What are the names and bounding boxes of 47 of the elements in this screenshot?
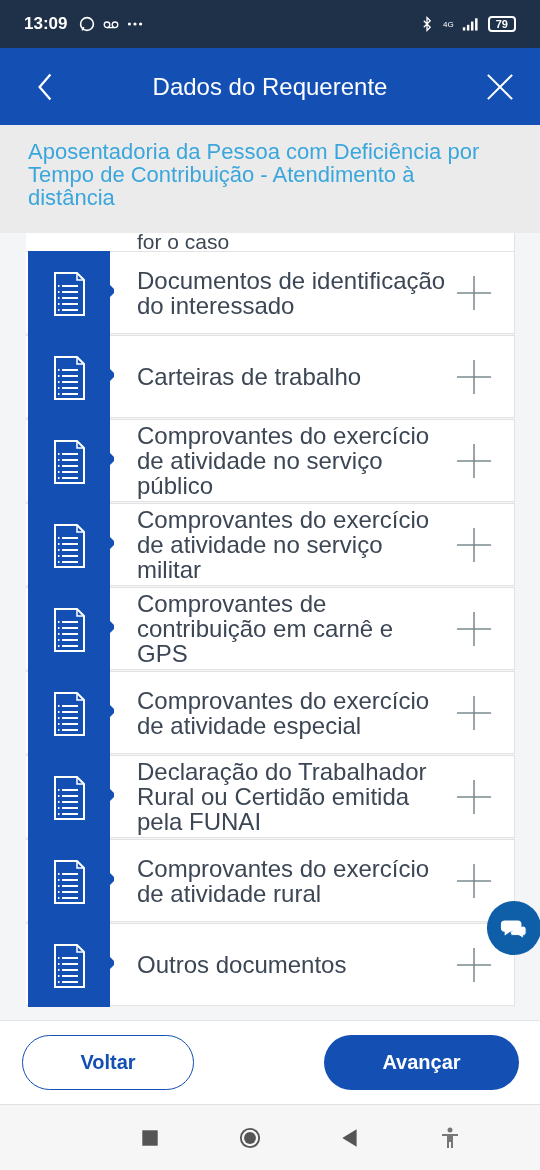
battery-indicator: 79 bbox=[487, 16, 516, 32]
add-icon[interactable] bbox=[456, 358, 492, 395]
add-icon[interactable] bbox=[456, 526, 492, 563]
document-row[interactable]: Comprovantes do exercício de atividade especial bbox=[26, 671, 515, 754]
document-icon bbox=[26, 838, 114, 923]
accessibility-icon[interactable] bbox=[439, 1126, 461, 1149]
document-icon bbox=[26, 922, 114, 1007]
add-icon[interactable] bbox=[456, 442, 492, 479]
document-icon bbox=[26, 334, 114, 419]
document-label: Comprovantes do exercício de atividade no serviço militar bbox=[137, 507, 431, 582]
document-icon bbox=[26, 250, 114, 335]
network-label: 4G bbox=[443, 19, 454, 29]
document-label: Comprovantes do exercício de atividade especial bbox=[137, 687, 431, 738]
document-icon bbox=[26, 586, 114, 671]
document-row[interactable]: Comprovantes do exercício de atividade rural bbox=[26, 839, 515, 922]
document-row[interactable]: Declaração do Trabalhador Rural ou Certidão emitida pela FUNAI bbox=[26, 755, 515, 838]
add-icon[interactable] bbox=[456, 862, 492, 899]
document-label: Comprovantes do exercício de atividade no serviço público bbox=[137, 423, 431, 498]
home-icon[interactable] bbox=[239, 1126, 261, 1149]
document-row[interactable]: Outros documentos bbox=[26, 923, 515, 1006]
add-icon[interactable] bbox=[456, 610, 492, 647]
document-row[interactable]: Comprovantes de contribuição em carnê e GPS bbox=[26, 587, 515, 670]
document-icon bbox=[26, 670, 114, 755]
next-button[interactable]: Avançar bbox=[324, 1035, 519, 1090]
add-icon[interactable] bbox=[456, 274, 492, 311]
service-title: Aposentadoria da Pessoa com Deficiência por Tempo de Contribuição - Atendimento à distância bbox=[28, 139, 480, 210]
document-icon bbox=[26, 502, 114, 587]
document-label: Documentos de identificação do interessado bbox=[137, 267, 447, 318]
clock: 13:09 bbox=[24, 14, 68, 34]
document-row[interactable]: Carteiras de trabalho bbox=[26, 335, 515, 418]
screen-title: Dados do Requerente bbox=[152, 72, 388, 101]
document-row[interactable]: Comprovantes do exercício de atividade no serviço público bbox=[26, 419, 515, 502]
back-button[interactable]: Voltar bbox=[22, 1035, 194, 1090]
add-icon[interactable] bbox=[456, 694, 492, 731]
document-label: Comprovantes do exercício de atividade rural bbox=[137, 855, 431, 906]
document-label: Outros documentos bbox=[137, 952, 348, 977]
add-icon[interactable] bbox=[456, 778, 492, 815]
document-label: Comprovantes de contribuição em carnê e GPS bbox=[137, 591, 395, 666]
document-icon bbox=[26, 418, 114, 503]
document-row[interactable]: Comprovantes do exercício de atividade no serviço militar bbox=[26, 503, 515, 586]
chat-button[interactable] bbox=[486, 900, 540, 956]
document-row[interactable]: Documentos de identificação do interessado bbox=[26, 251, 515, 334]
document-icon bbox=[26, 754, 114, 839]
document-label: Declaração do Trabalhador Rural ou Certidão emitida pela FUNAI bbox=[137, 759, 428, 834]
document-label: Carteiras de trabalho bbox=[137, 364, 363, 389]
signal-icon bbox=[461, 17, 480, 31]
document-label: for o caso bbox=[26, 233, 515, 251]
